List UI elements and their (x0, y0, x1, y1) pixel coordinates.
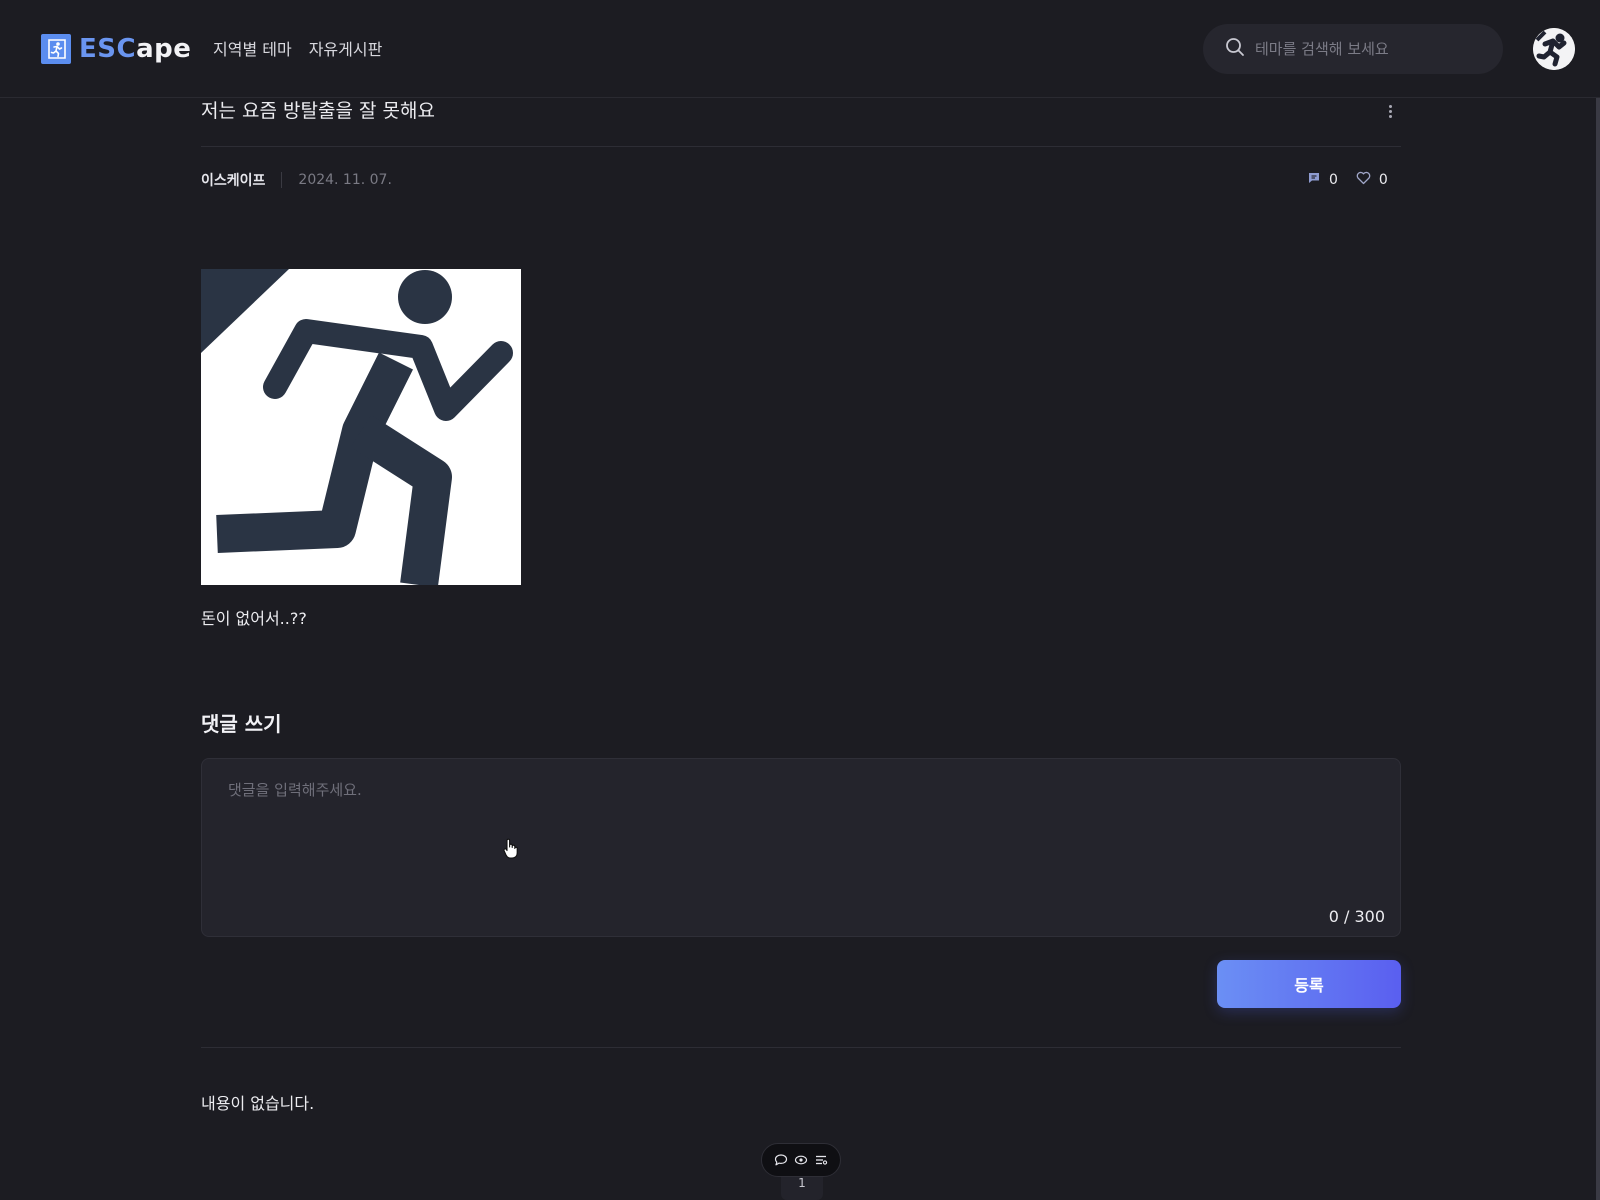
title-divider (201, 146, 1401, 147)
post-date: 2024. 11. 07. (298, 172, 392, 188)
search-bar[interactable] (1203, 24, 1503, 74)
nav-item-region-themes[interactable]: 지역별 테마 (213, 36, 292, 60)
post-body: 돈이 없어서..?? (201, 609, 307, 628)
list-settings-icon[interactable] (814, 1153, 828, 1167)
like-count: 0 (1378, 172, 1388, 188)
more-options-icon[interactable] (1381, 102, 1399, 120)
logo-text-highlight: ESC (79, 34, 137, 64)
logo-text-rest: ape (136, 34, 192, 64)
like-stat[interactable]: 0 (1356, 171, 1388, 189)
meta-separator (281, 172, 283, 188)
post-stats: 0 0 (1307, 171, 1388, 189)
post-meta: 이스케이프 2024. 11. 07. (201, 170, 392, 190)
eye-icon[interactable] (794, 1153, 808, 1167)
post-author[interactable]: 이스케이프 (201, 170, 265, 190)
logo-wordmark: ESCape (79, 36, 191, 62)
nav-item-free-board[interactable]: 자유게시판 (309, 36, 383, 60)
heart-icon[interactable] (1356, 171, 1371, 189)
comment-box: 0 / 300 (201, 758, 1401, 937)
search-icon (1225, 37, 1245, 61)
post-image-running-man (201, 269, 521, 585)
top-header: ESCape 지역별 테마 자유게시판 (0, 0, 1600, 98)
comment-icon (1307, 171, 1321, 189)
comment-heading: 댓글 쓰기 (201, 712, 282, 736)
comment-stat: 0 (1307, 171, 1338, 189)
submit-comment-button[interactable]: 등록 (1217, 960, 1401, 1008)
page-scrollbar[interactable] (1596, 90, 1600, 1200)
logo-exit-icon (41, 34, 71, 64)
post-title: 저는 요즘 방탈출을 잘 못해요 (201, 100, 435, 122)
comment-input[interactable] (226, 777, 1376, 897)
chat-bubble-icon[interactable] (774, 1153, 788, 1167)
search-input[interactable] (1253, 39, 1493, 59)
empty-comments-text: 내용이 없습니다. (201, 1094, 315, 1113)
main-nav: 지역별 테마 자유게시판 (213, 36, 382, 60)
comments-divider (201, 1047, 1401, 1048)
char-counter: 0 / 300 (1328, 907, 1385, 926)
logo[interactable]: ESCape (41, 33, 191, 65)
avatar[interactable] (1533, 28, 1575, 70)
comment-count: 0 (1329, 172, 1338, 188)
floating-toolbar (761, 1143, 841, 1177)
